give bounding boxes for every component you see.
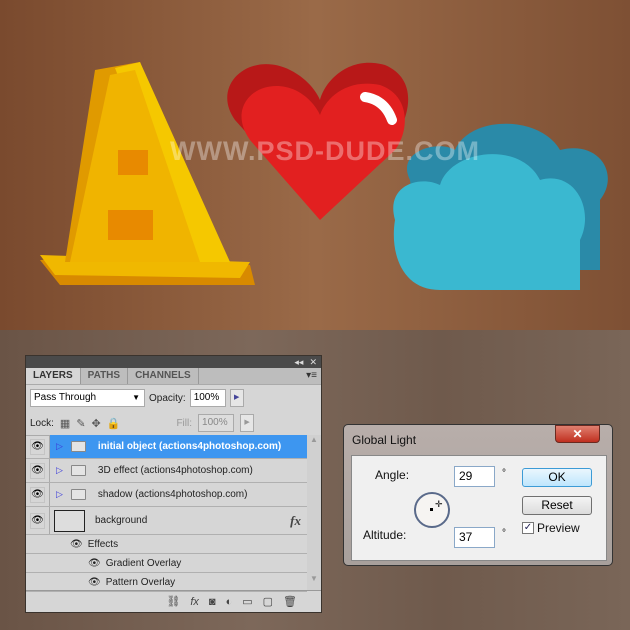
visibility-eye-icon[interactable]: 👁 bbox=[30, 512, 45, 529]
ok-button[interactable]: OK bbox=[522, 468, 592, 487]
mask-icon[interactable]: ◙ bbox=[209, 596, 216, 608]
effects-label: Effects bbox=[87, 538, 119, 550]
dialog-title: Global Light bbox=[352, 433, 417, 447]
layer-list: 👁 ▷ initial object (actions4photoshop.com… bbox=[26, 435, 307, 592]
lock-all-icon[interactable]: 🔒 bbox=[107, 417, 121, 430]
tab-paths[interactable]: PATHS bbox=[81, 368, 129, 384]
folder-icon bbox=[70, 489, 86, 500]
fx-icon[interactable]: fx bbox=[190, 596, 199, 608]
opacity-input[interactable]: 100% bbox=[189, 389, 226, 407]
fill-slider-button[interactable]: ▶ bbox=[240, 414, 255, 432]
layer-name: initial object (actions4photoshop.com) bbox=[97, 441, 282, 452]
dial-center bbox=[430, 508, 433, 511]
blend-mode-select[interactable]: Pass Through ▼ bbox=[30, 389, 145, 407]
adjustment-icon[interactable]: ◐ bbox=[226, 596, 233, 608]
panel-menu-icon[interactable]: ▾≡ bbox=[306, 370, 317, 381]
preview-checkbox[interactable]: ✓ bbox=[522, 522, 534, 534]
lock-brush-icon[interactable]: ✎ bbox=[76, 417, 85, 430]
angle-dial[interactable]: ✛ bbox=[414, 492, 450, 528]
eye-icon[interactable]: 👁 bbox=[88, 558, 101, 569]
watermark: WWW.PSD-DUDE.COM bbox=[170, 136, 480, 166]
fx-icon[interactable]: fx bbox=[290, 513, 301, 529]
scroll-up-icon[interactable]: ▲ bbox=[307, 435, 321, 444]
folder-icon bbox=[70, 465, 86, 476]
chevron-down-icon: ▼ bbox=[132, 393, 140, 402]
layer-name: background bbox=[95, 515, 148, 526]
layer-name: shadow (actions4photoshop.com) bbox=[97, 489, 248, 500]
opacity-label: Opacity: bbox=[149, 392, 186, 404]
panel-titlebar: ◂◂ ✕ bbox=[26, 356, 321, 368]
effect-name: Pattern Overlay bbox=[105, 576, 176, 588]
new-group-icon[interactable]: ▭ bbox=[242, 595, 252, 608]
folder-icon bbox=[70, 441, 86, 452]
close-panel-icon[interactable]: ✕ bbox=[309, 357, 317, 368]
altitude-label: Altitude: bbox=[363, 528, 407, 542]
expand-triangle-icon[interactable]: ▷ bbox=[56, 441, 63, 452]
altitude-input[interactable]: 37 bbox=[454, 527, 495, 548]
tab-channels[interactable]: CHANNELS bbox=[128, 368, 199, 384]
lock-transparency-icon[interactable]: ▦ bbox=[60, 417, 70, 430]
angle-label: Angle: bbox=[375, 468, 410, 482]
layer-name: 3D effect (actions4photoshop.com) bbox=[97, 465, 253, 476]
fill-input[interactable]: 100% bbox=[198, 414, 235, 432]
layer-row[interactable]: 👁 ▷ shadow (actions4photoshop.com) bbox=[26, 483, 307, 507]
effects-row[interactable]: 👁 Effects bbox=[26, 535, 307, 554]
visibility-eye-icon[interactable]: 👁 bbox=[30, 486, 45, 503]
layer-scrollbar[interactable]: ▲ ▼ bbox=[307, 435, 321, 591]
degree-symbol: ° bbox=[502, 528, 506, 539]
eye-icon[interactable]: 👁 bbox=[70, 539, 83, 550]
eye-icon[interactable]: 👁 bbox=[88, 577, 101, 588]
panel-tabs: LAYERS PATHS CHANNELS ▾≡ bbox=[26, 368, 321, 385]
visibility-eye-icon[interactable]: 👁 bbox=[30, 462, 45, 479]
layer-row[interactable]: 👁 ▷ initial object (actions4photoshop.com… bbox=[26, 435, 307, 459]
lock-label: Lock: bbox=[30, 417, 54, 429]
lock-move-icon[interactable]: ✥ bbox=[92, 417, 101, 430]
reset-button[interactable]: Reset bbox=[522, 496, 592, 515]
fill-label: Fill: bbox=[176, 417, 193, 429]
layer-thumbnail bbox=[54, 509, 85, 532]
layers-toolbar: ⛓ fx ◙ ◐ ▭ ▢ 🗑 bbox=[26, 590, 321, 612]
global-light-dialog: Global Light ✕ Angle: 29 ° ✛ Altitude: 3… bbox=[343, 424, 613, 566]
blend-mode-value: Pass Through bbox=[34, 392, 97, 403]
trash-icon[interactable]: 🗑 bbox=[283, 595, 297, 608]
new-layer-icon[interactable]: ▢ bbox=[263, 595, 273, 608]
preview-label: Preview bbox=[537, 521, 580, 535]
degree-symbol: ° bbox=[502, 468, 506, 479]
crosshair-icon: ✛ bbox=[435, 499, 443, 509]
scroll-down-icon[interactable]: ▼ bbox=[307, 574, 321, 583]
layer-row[interactable]: 👁 background fx bbox=[26, 507, 307, 535]
expand-triangle-icon[interactable]: ▷ bbox=[56, 489, 63, 500]
effect-row[interactable]: 👁 Gradient Overlay bbox=[26, 554, 307, 573]
layers-panel: ◂◂ ✕ LAYERS PATHS CHANNELS ▾≡ Pass Throu… bbox=[25, 355, 322, 613]
effect-name: Gradient Overlay bbox=[105, 557, 182, 569]
link-icon[interactable]: ⛓ bbox=[166, 595, 180, 608]
tab-layers[interactable]: LAYERS bbox=[26, 368, 81, 384]
close-button[interactable]: ✕ bbox=[555, 425, 600, 443]
expand-triangle-icon[interactable]: ▷ bbox=[56, 465, 63, 476]
visibility-eye-icon[interactable]: 👁 bbox=[30, 438, 45, 455]
angle-input[interactable]: 29 bbox=[454, 466, 495, 487]
collapse-icon[interactable]: ◂◂ bbox=[294, 357, 303, 368]
opacity-slider-button[interactable]: ▶ bbox=[229, 389, 244, 407]
layer-row[interactable]: 👁 ▷ 3D effect (actions4photoshop.com) bbox=[26, 459, 307, 483]
